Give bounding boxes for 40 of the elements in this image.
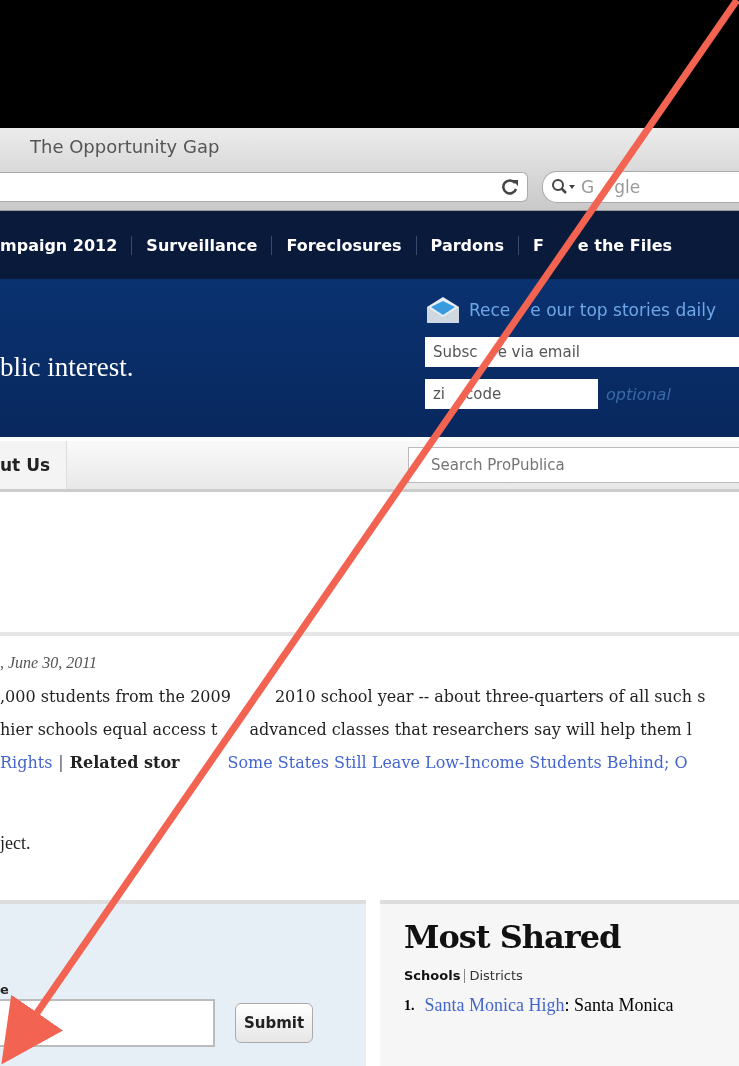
- article-text: advanced classes that researchers say will help them l: [249, 719, 692, 741]
- related-story-link[interactable]: Some States Still Leave Low-Income Students Behind; O: [227, 746, 688, 779]
- article-date: , June 30, 2011: [0, 654, 98, 672]
- nav-link[interactable]: Surveillance: [146, 235, 258, 255]
- article-text: ,000 students from the 2009: [0, 686, 231, 708]
- section-title: Most Shared: [404, 918, 622, 956]
- article-note: ject.: [0, 833, 32, 854]
- article-text: 2010 school year -- about three-quarters of all such s: [274, 686, 706, 708]
- menu-tab[interactable]: ut Us: [0, 441, 68, 489]
- nav-link[interactable]: Foreclosures: [286, 235, 402, 255]
- placeholder-text: Subsc: [433, 343, 478, 361]
- submit-button[interactable]: Submit: [235, 1003, 314, 1043]
- placeholder-text: e via email: [497, 343, 580, 361]
- search-icon: [551, 178, 577, 196]
- envelope-icon: [425, 295, 461, 325]
- topic-link[interactable]: Rights: [0, 746, 53, 779]
- school-link[interactable]: Santa Monica High: [424, 995, 565, 1015]
- filter-tab[interactable]: Districts: [469, 968, 523, 983]
- list-number: 1.: [404, 997, 415, 1014]
- reload-icon[interactable]: [501, 178, 519, 196]
- placeholder-text: zi: [433, 385, 446, 403]
- nav-link[interactable]: Pardons: [430, 235, 504, 255]
- newsletter-prompt: e our top stories daily: [530, 300, 717, 320]
- placeholder-text: gle: [614, 177, 641, 197]
- nav-link[interactable]: mpaign 2012: [0, 235, 118, 255]
- filter-tab[interactable]: Schools: [404, 968, 461, 983]
- placeholder-text: G: [581, 177, 595, 197]
- nav-link[interactable]: F: [532, 235, 544, 255]
- window-title: The Opportunity Gap: [30, 135, 220, 157]
- article-text: hier schools equal access t: [0, 719, 218, 741]
- field-label: e: [0, 982, 10, 997]
- separator: |: [57, 752, 65, 774]
- school-location: : Santa Monica: [564, 995, 674, 1015]
- email-field[interactable]: Subsc e via email: [425, 337, 739, 367]
- search-field[interactable]: Search ProPublica: [408, 447, 739, 483]
- tagline: blic interest.: [0, 351, 134, 383]
- optional-note: optional: [606, 384, 671, 404]
- nav-link[interactable]: e the Files: [577, 235, 672, 255]
- newsletter-prompt: Rece: [469, 300, 511, 320]
- related-label: Related stor: [69, 752, 180, 774]
